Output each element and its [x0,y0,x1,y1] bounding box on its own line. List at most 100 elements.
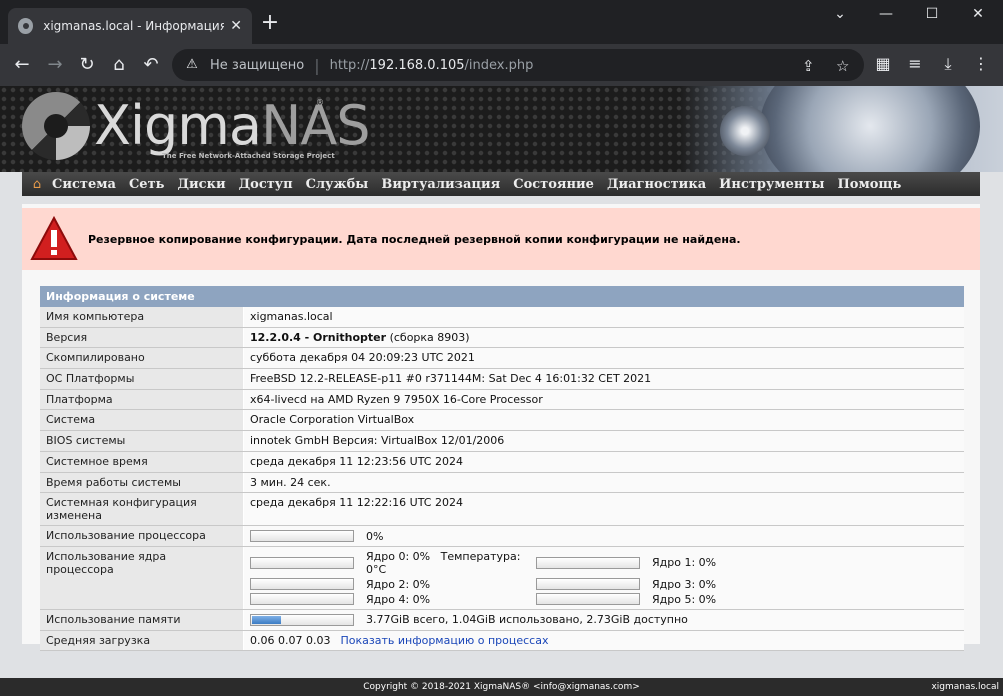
load-average-value: 0.06 0.07 0.03 Показать информацию о проц… [244,630,964,651]
row-label: Скомпилировано [40,348,244,369]
menu-item-services[interactable]: Службы [306,177,369,192]
core-5-label: Ядро 5: 0% [652,592,717,606]
table-row: Системное время среда декабря 11 12:23:5… [40,451,964,473]
hard-disk-image [680,86,1003,172]
row-label: Использование процессора [40,526,244,546]
download-icon[interactable]: ⤓ [937,54,959,74]
webpage: XigmaNAS ® The Free Network-Attached Sto… [0,86,1003,696]
core-1-label: Ядро 1: 0% [652,556,717,570]
row-label: Система [40,410,244,431]
row-label: Системное время [40,451,244,472]
core-3-bar [536,578,640,591]
table-row: Имя компьютера xigmanas.local [40,307,964,328]
menu-item-network[interactable]: Сеть [129,177,165,192]
browser-tab[interactable]: xigmanas.local - Информация о сис ✕ [8,8,252,44]
home-icon[interactable]: ⌂ [22,177,52,192]
row-label: ОС Платформы [40,369,244,389]
menu-item-status[interactable]: Состояние [513,177,594,192]
table-row: ОС Платформы FreeBSD 12.2-RELEASE-p11 #0… [40,369,964,390]
system-info-title: Информация о системе [40,286,964,307]
window-close-button[interactable]: ✕ [958,6,998,22]
logo-tagline: The Free Network-Attached Storage Projec… [162,152,335,160]
core-3-label: Ядро 3: 0% [652,577,717,591]
media-control-icon[interactable]: ≡ [904,54,926,73]
share-icon[interactable]: ⇪ [802,57,815,75]
extensions-icon[interactable]: ▦ [872,54,894,73]
core-0-bar [250,556,354,569]
menu-kebab-icon[interactable]: ⋮ [970,54,992,73]
address-bar[interactable]: ⚠ Не защищено | http://192.168.0.105/ind… [172,49,864,81]
row-label: Платформа [40,389,244,410]
table-row: Использование процессора 0% [40,526,964,547]
logo-wordmark: XigmaNAS [94,94,371,157]
table-row: Система Oracle Corporation VirtualBox [40,410,964,432]
address-divider: | [314,55,320,75]
cpu-usage-bar [250,530,354,543]
tab-search-icon[interactable]: ⌄ [820,6,860,22]
undo-icon[interactable]: ↶ [139,53,163,77]
tab-close-icon[interactable]: ✕ [230,18,242,34]
main-menu: ⌂ Система Сеть Диски Доступ Службы Вирту… [22,172,980,196]
row-label: Имя компьютера [40,307,244,327]
version-value: 12.2.0.4 - Ornithopter (сборка 8903) [244,327,964,348]
bookmark-star-icon[interactable]: ☆ [836,57,849,75]
hostname-value: xigmanas.local [244,307,964,327]
row-label: Системная конфигурация изменена [40,493,244,526]
warning-icon[interactable]: ⚠ [184,57,200,73]
menu-item-access[interactable]: Доступ [239,177,293,192]
table-row: Версия 12.2.0.4 - Ornithopter (сборка 89… [40,327,964,349]
menu-item-disks[interactable]: Диски [177,177,225,192]
show-processes-link[interactable]: Показать информацию о процессах [340,634,548,647]
new-tab-button[interactable]: + [258,12,282,34]
row-label: Время работы системы [40,472,244,493]
row-label: Использование памяти [40,609,244,630]
url-text[interactable]: http://192.168.0.105/index.php [330,58,534,73]
alert-message: Резервное копирование конфигурации. Дата… [88,232,741,246]
warning-icon [30,215,78,260]
browser-toolbar: ← → ↻ ⌂ ↶ ⚠ Не защищено | http://192.168… [0,44,1003,86]
core-4-label: Ядро 4: 0% [366,592,431,606]
table-row: Время работы системы 3 мин. 24 сек. [40,472,964,494]
cpu-usage-value: 0% [244,526,964,546]
home-icon[interactable]: ⌂ [107,53,131,77]
site-footer: Copyright © 2018-2021 XigmaNAS® <info@xi… [0,678,1003,696]
core-1-bar [536,556,640,569]
uptime-value: 3 мин. 24 сек. [244,472,964,493]
menu-item-diagnostics[interactable]: Диагностика [607,177,706,192]
table-row: Системная конфигурация изменена среда де… [40,493,964,527]
table-row: Использование памяти 3.77GiB всего, 1.04… [40,609,964,631]
menu-item-help[interactable]: Помощь [838,177,902,192]
site-header: XigmaNAS ® The Free Network-Attached Sto… [0,86,1003,172]
main-content: Резервное копирование конфигурации. Дата… [22,204,980,652]
memory-usage-value: 3.77GiB всего, 1.04GiB использовано, 2.7… [244,609,964,630]
core-2-bar [250,578,354,591]
browser-tab-strip: xigmanas.local - Информация о сис ✕ + ⌄ … [0,0,1003,44]
system-info-table: Информация о системе Имя компьютера xigm… [40,286,964,652]
config-changed-value: среда декабря 11 12:22:16 UTC 2024 [244,493,964,526]
menu-item-virtualization[interactable]: Виртуализация [381,177,500,192]
table-row: BIOS системы innotek GmbH Версия: Virtua… [40,431,964,452]
window-maximize-button[interactable]: ☐ [912,6,952,22]
site-favicon-icon [18,18,34,34]
platform-value: x64-livecd на AMD Ryzen 9 7950X 16-Core … [244,389,964,410]
table-row: Скомпилировано суббота декабря 04 20:09:… [40,348,964,370]
menu-item-tools[interactable]: Инструменты [719,177,824,192]
menu-item-system[interactable]: Система [52,177,116,192]
system-value: Oracle Corporation VirtualBox [244,410,964,431]
row-label: Средняя загрузка [40,630,244,651]
logo-mark-icon [22,92,90,160]
footer-hostname: xigmanas.local [931,682,999,692]
core-usage-value: Ядро 0: 0% Температура: 0°C Ядро 1: 0% Я… [244,546,964,609]
table-row: Платформа x64-livecd на AMD Ryzen 9 7950… [40,389,964,411]
memory-usage-bar [250,613,354,626]
os-value: FreeBSD 12.2-RELEASE-p11 #0 r371144M: Sa… [244,369,964,389]
row-label: Использование ядра процессора [40,546,244,609]
table-row: Средняя загрузка 0.06 0.07 0.03 Показать … [40,630,964,652]
system-time-value: среда декабря 11 12:23:56 UTC 2024 [244,451,964,472]
back-arrow-icon[interactable]: ← [10,53,34,77]
window-minimize-button[interactable]: — [866,6,906,22]
reload-icon[interactable]: ↻ [75,53,99,77]
security-status[interactable]: Не защищено [210,58,304,73]
row-label: BIOS системы [40,431,244,451]
forward-arrow-icon[interactable]: → [43,53,67,77]
